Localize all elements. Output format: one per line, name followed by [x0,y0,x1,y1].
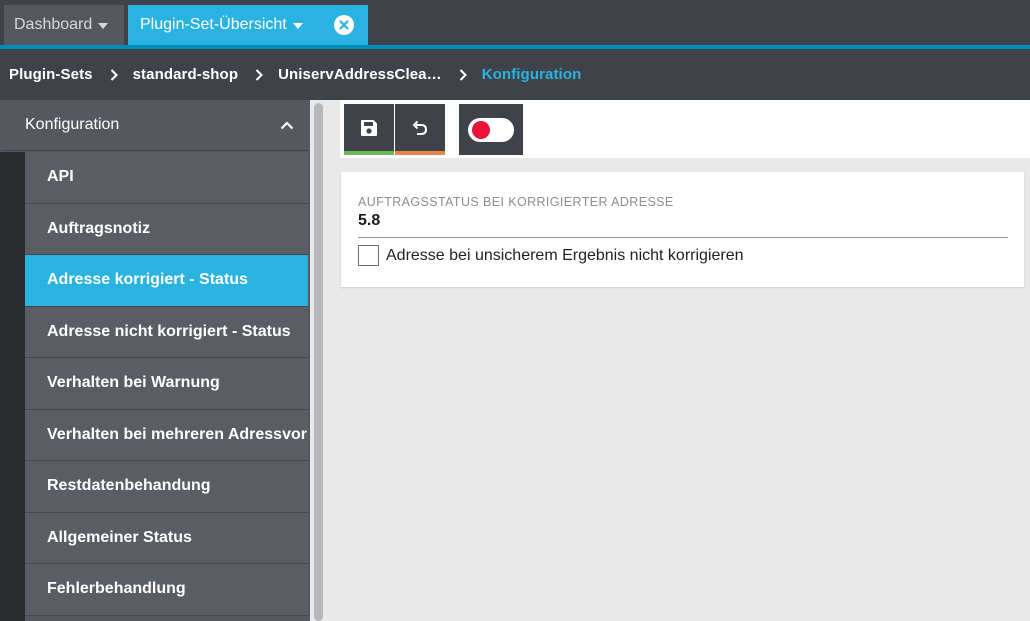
breadcrumb-current: Konfiguration [481,66,582,83]
chevron-right-icon [255,68,264,81]
save-icon [361,119,377,136]
sidebar-item-auftragsnotiz[interactable]: Auftragsnotiz [25,203,308,255]
undo-icon [412,120,428,135]
reset-button[interactable] [395,104,445,155]
active-toggle-button[interactable] [459,104,523,155]
sidebar-item-verhalten-bei-warnung[interactable]: Verhalten bei Warnung [25,358,308,410]
breadcrumb-plugin[interactable]: UniservAddressClea… [278,66,442,83]
sidebar-item-label: Verhalten bei mehreren Adressvorschlägen [47,425,308,443]
order-status-field[interactable]: 5.8 [358,212,380,230]
sidebar-item-restdatenbehandung[interactable]: Restdatenbehandung [25,461,308,513]
toolbar [340,100,1030,158]
sidebar-item-label: Fehlerbehandlung [47,580,186,598]
caret-down-icon [292,23,303,29]
uncertain-result-checkbox[interactable] [358,245,379,266]
caret-down-icon [98,23,109,29]
breadcrumb-plugin-sets[interactable]: Plugin-Sets [9,66,93,83]
field-underline [358,237,1008,238]
sidebar-item-label: Allgemeiner Status [47,528,192,546]
sidebar-stripe [0,152,25,621]
tab-dashboard-label: Dashboard [14,16,93,33]
tab-bar: Dashboard Plugin-Set-Übersicht [0,0,1030,49]
sidebar-item-verhalten-mehrere-adressen[interactable]: Verhalten bei mehreren Adressvorschlägen [25,409,308,461]
checkbox-label[interactable]: Adresse bei unsicherem Ergebnis nicht ko… [386,247,744,265]
breadcrumb-standard-shop[interactable]: standard-shop [133,66,238,83]
sidebar-header-label: Konfiguration [25,116,120,133]
sidebar-item-fehlerbehandlung[interactable]: Fehlerbehandlung [25,564,308,616]
tab-plugin-set-overview[interactable]: Plugin-Set-Übersicht [128,5,368,45]
chevron-right-icon [110,68,118,81]
toggle-icon [468,117,514,142]
sidebar-item-label: Adresse korrigiert - Status [47,271,248,289]
field-label: AUFTRAGSSTATUS BEI KORRIGIERTER ADRESSE [358,195,674,209]
sidebar-item-label: Auftragsnotiz [47,219,151,237]
save-button[interactable] [344,104,394,155]
sidebar: Konfiguration API Auftragsnotiz Adresse … [0,100,310,621]
sidebar-item-label: Restdatenbehandung [47,477,211,495]
breadcrumb: Plugin-Sets standard-shop UniservAddress… [0,49,1030,100]
sidebar-scrollbar-thumb[interactable] [314,103,323,621]
sidebar-item-allgemeiner-status[interactable]: Allgemeiner Status [25,512,308,564]
chevron-up-icon[interactable] [266,100,308,151]
tab-dashboard[interactable]: Dashboard [4,5,124,45]
sidebar-item-label: API [47,168,74,186]
sidebar-header[interactable]: Konfiguration [3,100,308,151]
chevron-right-icon [459,68,467,81]
sidebar-item-label: Verhalten bei Warnung [47,374,220,392]
sidebar-item-api[interactable]: API [25,152,308,204]
tab-plugin-set-overview-label: Plugin-Set-Übersicht [140,16,287,33]
close-icon[interactable] [334,15,354,35]
settings-card: AUFTRAGSSTATUS BEI KORRIGIERTER ADRESSE … [341,172,1024,287]
sidebar-item-adresse-nicht-korrigiert-status[interactable]: Adresse nicht korrigiert - Status [25,306,308,358]
sidebar-item-label: Adresse nicht korrigiert - Status [47,322,291,340]
toggle-knob [472,120,490,139]
sidebar-item-adresse-korrigiert-status[interactable]: Adresse korrigiert - Status [25,255,308,307]
sidebar-list: API Auftragsnotiz Adresse korrigiert - S… [25,152,308,616]
checkbox-row[interactable]: Adresse bei unsicherem Ergebnis nicht ko… [358,245,744,266]
